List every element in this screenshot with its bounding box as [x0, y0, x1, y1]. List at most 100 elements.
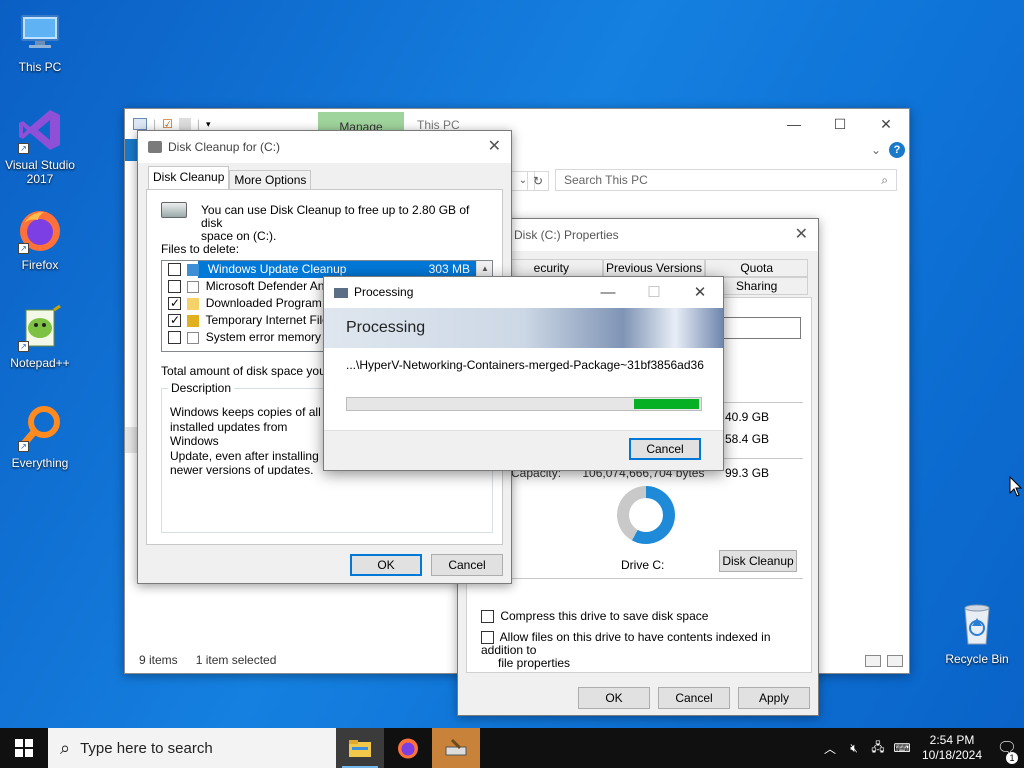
show-hidden-icons-chevron-icon[interactable]: ︿: [818, 740, 842, 757]
index-option[interactable]: Allow files on this drive to have conten…: [481, 630, 807, 671]
processing-dialog: Processing — ☐ ✕ Processing ...\HyperV-N…: [323, 276, 724, 471]
dialog-title: l Disk (C:) Properties: [508, 228, 619, 242]
desktop-icon-notepad-plus-plus[interactable]: ↗ Notepad++: [2, 304, 78, 370]
window-controls: — ☐ ✕: [771, 109, 909, 139]
compress-option[interactable]: Compress this drive to save disk space: [481, 609, 709, 624]
desktop-icon-visual-studio[interactable]: ↗ Visual Studio 2017: [2, 106, 78, 186]
notifications-button[interactable]: 🗨︎ 1: [990, 738, 1024, 764]
disk-cleanup-icon: [148, 141, 162, 153]
refresh-button[interactable]: ↻: [527, 171, 549, 191]
drive-name-input[interactable]: [721, 317, 801, 339]
close-button[interactable]: ✕: [488, 131, 501, 163]
close-button[interactable]: ✕: [677, 277, 723, 308]
item-name: Temporary Internet Files: [205, 313, 335, 327]
scroll-up-icon[interactable]: ▲: [477, 261, 492, 277]
tabs-row-1: ecurity Previous Versions Quota: [500, 259, 809, 277]
taskbar-firefox[interactable]: [384, 728, 432, 768]
this-pc-icon: [16, 8, 64, 56]
intro-line-2: space on (C:).: [201, 229, 277, 243]
apply-button[interactable]: Apply: [738, 687, 810, 709]
quick-access-toolbar: | ☑ | ▾: [125, 117, 211, 131]
desktop-icon-this-pc[interactable]: This PC: [2, 8, 78, 74]
start-button[interactable]: [0, 728, 48, 768]
large-icons-view-icon[interactable]: [887, 655, 903, 667]
tab-more-options[interactable]: More Options: [229, 170, 312, 189]
system-tray: ︿ 🔇︎ 🖧 ⌨ 2:54 PM 10/18/2024 🗨︎ 1: [818, 728, 1024, 768]
dialog-title-bar: l Disk (C:) Properties ✕: [458, 219, 818, 251]
search-input[interactable]: Search This PC ⌕: [555, 169, 897, 191]
current-file-path: ...\HyperV-Networking-Containers-merged-…: [346, 358, 704, 372]
qat-dropdown-icon[interactable]: ▾: [206, 119, 211, 130]
cancel-button[interactable]: Cancel: [431, 554, 503, 576]
ok-button[interactable]: OK: [578, 687, 650, 709]
firefox-icon: ↗: [16, 206, 64, 254]
tab-previous-versions[interactable]: Previous Versions: [602, 259, 706, 277]
index-checkbox[interactable]: [481, 631, 494, 645]
minimize-button[interactable]: —: [585, 277, 631, 308]
processing-banner: Processing: [324, 308, 723, 348]
help-icon[interactable]: ?: [889, 142, 905, 158]
details-view-icon[interactable]: [865, 655, 881, 667]
disk-cleanup-button[interactable]: Disk Cleanup: [719, 550, 797, 572]
processing-icon: [334, 288, 348, 298]
taskbar-disk-cleanup[interactable]: [432, 728, 480, 768]
maximize-button[interactable]: ☐: [817, 109, 863, 139]
ok-button[interactable]: OK: [350, 554, 422, 576]
properties-check-icon[interactable]: ☑: [162, 117, 173, 131]
divider: [477, 578, 803, 579]
intro-line-1: You can use Disk Cleanup to free up to 2…: [201, 203, 470, 230]
desktop-icon-label: Recycle Bin: [945, 652, 1009, 666]
tab-security[interactable]: ecurity: [500, 259, 603, 277]
item-checkbox[interactable]: [168, 295, 181, 312]
processing-body: ...\HyperV-Networking-Containers-merged-…: [324, 348, 723, 430]
tab-disk-cleanup[interactable]: Disk Cleanup: [148, 166, 230, 189]
clock[interactable]: 2:54 PM 10/18/2024: [914, 733, 990, 763]
index-label-line2: file properties: [498, 656, 571, 671]
taskbar-file-explorer[interactable]: [336, 728, 384, 768]
desktop-icon-recycle-bin[interactable]: Recycle Bin: [940, 600, 1014, 666]
item-checkbox[interactable]: [168, 331, 181, 345]
item-name: Windows Update Cleanup: [205, 262, 349, 276]
new-folder-icon[interactable]: [178, 118, 191, 130]
progress-fill: [633, 399, 699, 409]
usage-donut-chart: [617, 486, 675, 544]
desktop-icon-label: This PC: [18, 60, 62, 74]
navigation-pane-selection: [125, 427, 137, 453]
free-space-gb: 58.4 GB: [725, 432, 770, 446]
item-checkbox[interactable]: [168, 312, 181, 329]
tab-quota[interactable]: Quota: [705, 259, 809, 277]
view-toggles: [865, 655, 903, 667]
item-checkbox[interactable]: [168, 280, 181, 294]
description-legend: Description: [168, 381, 235, 395]
search-placeholder: Search This PC: [564, 173, 648, 187]
close-button[interactable]: ✕: [795, 219, 808, 251]
computer-icon[interactable]: [133, 118, 147, 130]
desktop-icon-firefox[interactable]: ↗ Firefox: [2, 206, 78, 272]
compress-checkbox[interactable]: [481, 610, 494, 624]
item-checkbox[interactable]: [168, 263, 181, 277]
visual-studio-icon: ↗: [16, 106, 64, 154]
taskbar-search-box[interactable]: ⌕ Type here to search: [48, 728, 336, 768]
minimize-button[interactable]: —: [771, 109, 817, 139]
everything-search-icon: ↗: [16, 404, 64, 452]
cancel-button[interactable]: Cancel: [658, 687, 730, 709]
dialog-title: Disk Cleanup for (C:): [168, 140, 281, 154]
search-icon: ⌕: [881, 173, 888, 187]
dialog-title-bar: Disk Cleanup for (C:) ✕: [138, 131, 511, 163]
progress-bar: [346, 397, 702, 411]
desktop-icon-everything[interactable]: ↗ Everything: [2, 404, 78, 470]
taskbar: ⌕ Type here to search ︿ 🔇︎ 🖧 ⌨ 2:54 PM 1…: [0, 728, 1024, 768]
compress-label: Compress this drive to save disk space: [500, 609, 709, 623]
disk-cleanup-icon: [445, 738, 467, 756]
speaker-muted-icon[interactable]: 🔇︎: [842, 741, 866, 756]
file-explorer-icon: [349, 740, 371, 757]
windows-update-icon: [187, 263, 200, 276]
expand-ribbon-icon[interactable]: ⌄: [871, 143, 881, 157]
time: 2:54 PM: [929, 733, 975, 747]
network-icon[interactable]: 🖧: [866, 738, 890, 759]
cancel-button[interactable]: Cancel: [629, 438, 701, 460]
input-indicator-icon[interactable]: ⌨: [890, 741, 914, 755]
close-button[interactable]: ✕: [863, 109, 909, 139]
document-icon: [187, 331, 200, 344]
notification-count-badge: 1: [1006, 752, 1018, 764]
